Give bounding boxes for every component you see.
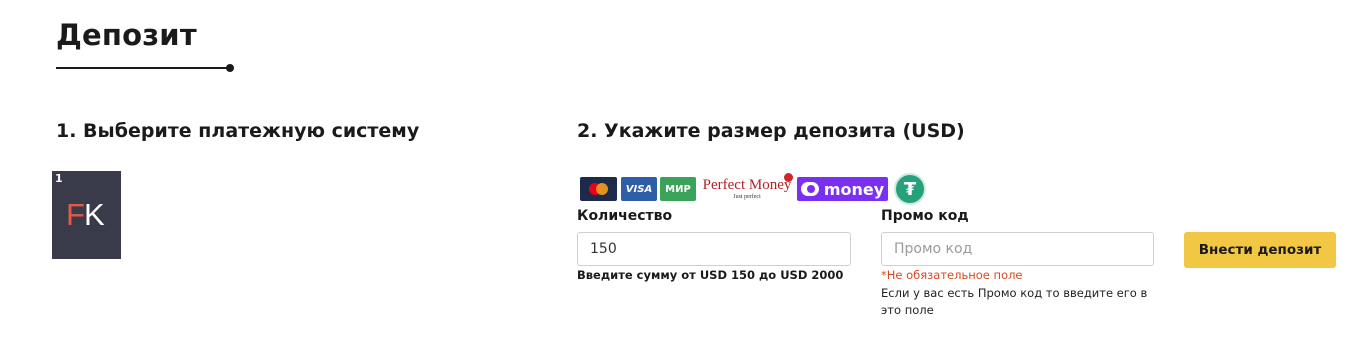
promo-help-text: Если у вас есть Промо код то введите его… [881,286,1148,317]
quantity-label: Количество [577,208,673,224]
make-deposit-button[interactable]: Внести депозит [1184,232,1336,268]
step1-heading: 1. Выберите платежную систему [56,120,420,142]
perfect-money-icon: Perfect Money Just perfect [701,173,793,201]
page-title: Депозит [56,18,197,52]
perfect-money-label: Perfect Money [702,177,792,193]
quantity-input[interactable] [577,232,851,266]
mir-icon: МИР [660,177,696,201]
payment-method-freekassa[interactable]: 1 FK [52,171,121,259]
step2-heading: 2. Укажите размер депозита (USD) [577,120,965,142]
perfect-money-tagline: Just perfect [733,194,761,200]
title-underline-dot [226,64,234,72]
visa-icon: VISA [621,177,657,201]
mastercard-icon [580,177,617,201]
tether-icon: ₮ [894,173,926,205]
promo-code-input[interactable] [881,232,1154,266]
payment-method-index: 1 [55,172,63,185]
promo-code-label: Промо код [881,208,969,224]
yoomoney-label: money [823,179,885,199]
promo-optional-note: *Не обязательное поле [881,268,1023,282]
freekassa-logo-icon: FK [66,197,105,232]
yoomoney-icon: money [797,177,888,201]
title-underline [56,67,230,69]
quantity-hint: Введите сумму от USD 150 до USD 2000 [577,268,844,282]
